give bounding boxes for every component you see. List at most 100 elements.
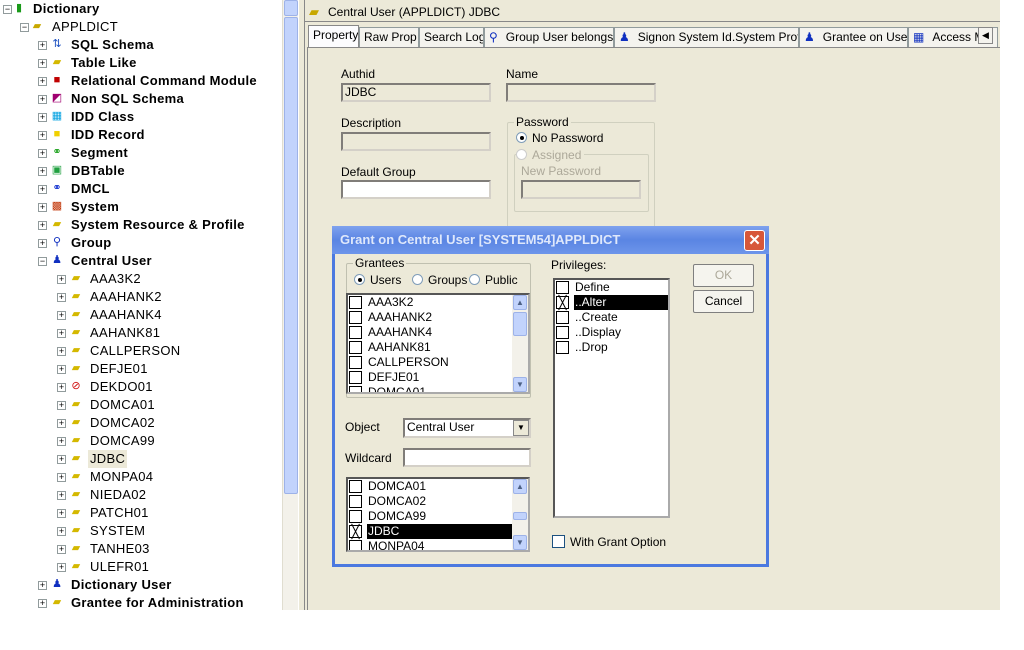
expand-icon[interactable]: + <box>57 545 66 554</box>
expand-icon[interactable]: + <box>38 203 47 212</box>
users-radio[interactable]: Users <box>354 273 401 287</box>
tree-item[interactable]: + ▰ AAA3K2 <box>0 270 282 288</box>
grantee-item[interactable]: AAAHANK2 <box>348 310 528 325</box>
tree-item[interactable]: + ▰ CALLPERSON <box>0 342 282 360</box>
expand-icon[interactable]: + <box>57 491 66 500</box>
expand-icon[interactable]: + <box>57 419 66 428</box>
expand-icon[interactable]: + <box>57 347 66 356</box>
tree-item[interactable]: + ▰ Table Like <box>0 54 282 72</box>
wildcard-input[interactable] <box>403 448 531 467</box>
checkbox[interactable] <box>349 296 362 309</box>
tree-item[interactable]: + ▰ AAAHANK2 <box>0 288 282 306</box>
ok-button[interactable]: OK <box>693 264 754 287</box>
object-item[interactable]: ╳ JDBC <box>348 524 528 539</box>
scroll-thumb[interactable] <box>284 17 298 494</box>
checkbox[interactable] <box>349 326 362 339</box>
expand-icon[interactable]: + <box>38 599 47 608</box>
collapse-icon[interactable]: − <box>38 257 47 266</box>
expand-icon[interactable]: + <box>38 113 47 122</box>
tree-item[interactable]: + ⊘ DEKDO01 <box>0 378 282 396</box>
scroll-down-arrow[interactable]: ▼ <box>513 377 527 392</box>
expand-icon[interactable]: + <box>38 149 47 158</box>
tree-scrollbar[interactable] <box>282 0 298 610</box>
expand-icon[interactable]: + <box>38 581 47 590</box>
scroll-thumb[interactable] <box>513 312 527 336</box>
scroll-thumb[interactable] <box>513 512 527 520</box>
tree-item[interactable]: + ▰ NIEDA02 <box>0 486 282 504</box>
object-select[interactable]: Central User ▼ <box>403 418 531 438</box>
tree-item[interactable]: + ▰ DOMCA02 <box>0 414 282 432</box>
public-radio[interactable]: Public <box>469 273 518 287</box>
checkbox[interactable] <box>349 341 362 354</box>
privileges-list[interactable]: Define ╳ ..Alter ..Create ..Display ..Drop <box>553 278 670 518</box>
cancel-button[interactable]: Cancel <box>693 290 754 313</box>
tree-item[interactable]: + ▰ Grantee for Administration <box>0 594 282 610</box>
expand-icon[interactable]: + <box>57 329 66 338</box>
scroll-up-arrow[interactable]: ▲ <box>513 479 527 494</box>
tree-item[interactable]: + ▩ System <box>0 198 282 216</box>
tree-item[interactable]: + ▰ DOMCA01 <box>0 396 282 414</box>
expand-icon[interactable]: + <box>57 455 66 464</box>
privilege-item[interactable]: ..Drop <box>555 340 668 355</box>
object-item[interactable]: DOMCA01 <box>348 479 528 494</box>
tab-scroll-left-icon[interactable]: ◀ <box>978 27 993 44</box>
grantees-list[interactable]: AAA3K2 AAAHANK2 AAAHANK4 AAHANK81 CALLPERSON… <box>346 293 530 394</box>
expand-icon[interactable]: + <box>57 563 66 572</box>
tree-item[interactable]: + ⇅ SQL Schema <box>0 36 282 54</box>
tree-item[interactable]: + ◩ Non SQL Schema <box>0 90 282 108</box>
tree-item[interactable]: + ▰ TANHE03 <box>0 540 282 558</box>
checkbox[interactable] <box>349 311 362 324</box>
expand-icon[interactable]: + <box>57 311 66 320</box>
tree-item[interactable]: + ▰ PATCH01 <box>0 504 282 522</box>
assigned-radio[interactable]: Assigned <box>516 148 585 162</box>
collapse-icon[interactable]: − <box>3 5 12 14</box>
tree-item[interactable]: + ♟ Dictionary User <box>0 576 282 594</box>
expand-icon[interactable]: + <box>57 383 66 392</box>
tree-item[interactable]: + ▰ SYSTEM <box>0 522 282 540</box>
scroll-down-arrow[interactable]: ▼ <box>513 535 527 550</box>
checkbox[interactable] <box>349 356 362 369</box>
splitter[interactable] <box>298 0 305 610</box>
expand-icon[interactable]: + <box>38 167 47 176</box>
scroll-up-arrow[interactable]: ▲ <box>513 295 527 310</box>
tree-item[interactable]: + ▰ DOMCA99 <box>0 432 282 450</box>
tree-item[interactable]: + ▰ MONPA04 <box>0 468 282 486</box>
expand-icon[interactable]: + <box>57 275 66 284</box>
checkbox[interactable] <box>349 495 362 508</box>
grantee-item[interactable]: DOMCA01 <box>348 385 528 392</box>
tab-grantee-on-user[interactable]: ♟ Grantee on User <box>799 27 908 48</box>
checkbox[interactable] <box>349 480 362 493</box>
tree-item[interactable]: − ▮ Dictionary <box>0 0 282 18</box>
privilege-item[interactable]: ╳ ..Alter <box>555 295 668 310</box>
tree-item[interactable]: + ⚭ DMCL <box>0 180 282 198</box>
tree-item[interactable]: + ⚲ Group <box>0 234 282 252</box>
with-grant-option-checkbox[interactable] <box>552 535 565 548</box>
tab-property[interactable]: Property <box>308 25 359 48</box>
expand-icon[interactable]: + <box>57 527 66 536</box>
privilege-item[interactable]: Define <box>555 280 668 295</box>
expand-icon[interactable]: + <box>38 221 47 230</box>
tree-item[interactable]: + ▰ JDBC <box>0 450 282 468</box>
tab-signon-system-id-system-profile[interactable]: ♟ Signon System Id.System Profile <box>614 27 799 48</box>
object-item[interactable]: DOMCA02 <box>348 494 528 509</box>
checkbox[interactable] <box>349 540 362 550</box>
scroll-up-arrow[interactable] <box>284 0 298 16</box>
expand-icon[interactable]: + <box>57 509 66 518</box>
expand-icon[interactable]: + <box>38 185 47 194</box>
privilege-item[interactable]: ..Display <box>555 325 668 340</box>
expand-icon[interactable]: + <box>38 95 47 104</box>
tab-group-user-belongs[interactable]: ⚲ Group User belongs <box>484 27 614 48</box>
checkbox[interactable] <box>556 341 569 354</box>
expand-icon[interactable]: + <box>38 59 47 68</box>
expand-icon[interactable]: + <box>38 131 47 140</box>
checkbox[interactable] <box>349 510 362 523</box>
grantee-item[interactable]: AAAHANK4 <box>348 325 528 340</box>
tree-item[interactable]: + ▰ System Resource & Profile <box>0 216 282 234</box>
description-field[interactable] <box>341 132 491 151</box>
checkbox[interactable] <box>556 281 569 294</box>
groups-radio[interactable]: Groups <box>412 273 467 287</box>
authid-field[interactable]: JDBC <box>341 83 491 102</box>
grantee-item[interactable]: DEFJE01 <box>348 370 528 385</box>
collapse-icon[interactable]: − <box>20 23 29 32</box>
checkbox[interactable]: ╳ <box>556 296 569 309</box>
